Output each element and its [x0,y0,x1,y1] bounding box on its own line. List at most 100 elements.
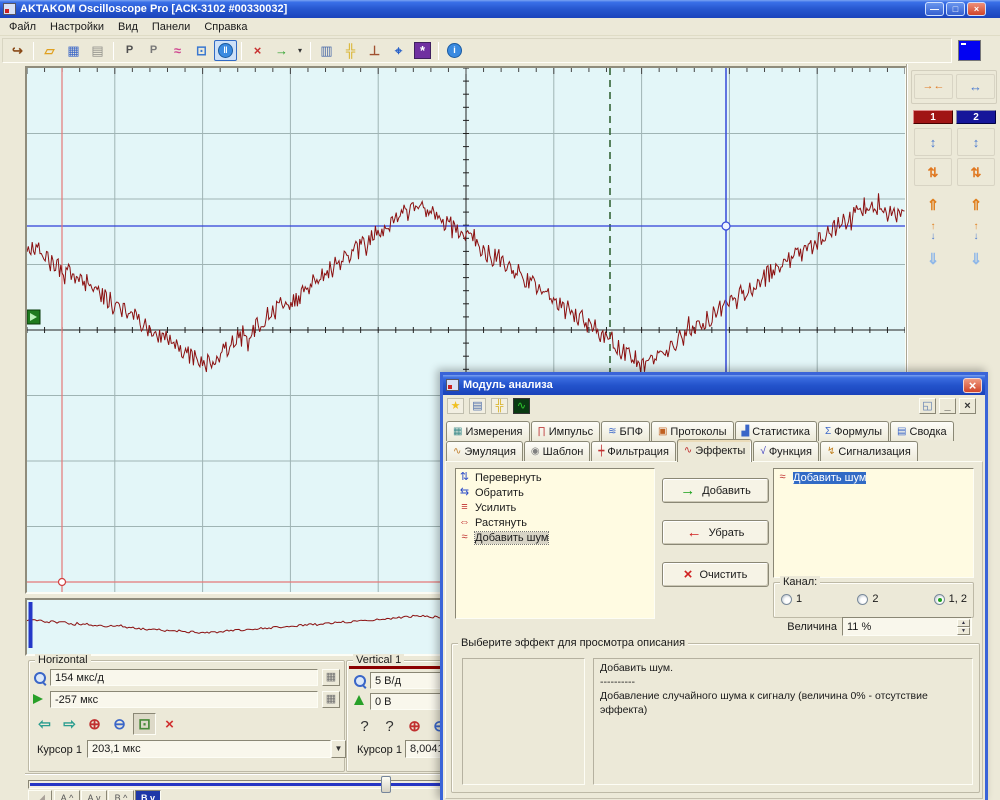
ch2-shift-down-button[interactable]: ⇓ [961,246,991,272]
compress-time-button[interactable]: →← [914,74,953,99]
save-button[interactable]: ▦ [62,40,85,61]
ch2-fine-shift-buttons[interactable]: ↑↓ [961,220,991,244]
available-effects-list[interactable]: ⇅Перевернуть⇆Обратить≡Усилить⇔Растянуть≈… [455,468,655,619]
cursor-jump-button[interactable]: А ^ [54,790,80,800]
dialog-close-button[interactable]: × [963,378,982,393]
menu-item[interactable]: Настройки [43,20,111,34]
exit-button[interactable]: ↪ [6,40,29,61]
search-button[interactable]: ⌖ [387,40,410,61]
ch1-shift-up-button[interactable]: ⇑ [918,192,948,218]
time-scale-keypad-button[interactable]: ▦ [322,669,340,686]
h-cursor-dropdown-button[interactable]: ▼ [331,740,346,758]
clear-cursors-button[interactable]: ◢ [28,790,52,800]
zoom-out-button[interactable]: ⊖ [108,713,131,735]
v-zoom-in-button[interactable]: ⊕ [403,715,426,737]
effect-item[interactable]: ⇆Обратить [457,485,653,500]
applied-effects-list[interactable]: ≈Добавить шум [773,468,974,578]
tab-Измерения[interactable]: ▦Измерения [446,421,530,441]
dropdown-arrow-button[interactable]: ▾ [294,40,306,61]
cursor-jump-button[interactable]: А v [81,790,107,800]
channel-radio-1, 2[interactable]: 1, 2 [934,593,967,605]
probe-button[interactable]: ╬ [491,398,508,414]
ch1-expand-vertical-button[interactable]: ↕ [914,128,952,156]
zoom-cancel-button[interactable]: × [158,713,181,735]
tab-Фильтрация[interactable]: ┿Фильтрация [591,441,676,462]
open-folder-button[interactable]: ▱ [38,40,61,61]
pan-left-button[interactable]: ⇦ [33,713,56,735]
close-button[interactable]: × [967,2,986,16]
ch1-compress-vertical-button[interactable]: ⇅ [914,158,952,186]
effect-item[interactable]: ≡Усилить [457,500,653,515]
effect-item[interactable]: ≈Добавить шум [775,470,972,485]
tab-Сводка[interactable]: ▤Сводка [890,421,954,441]
overview-position-marker[interactable] [29,602,33,648]
ch2-expand-vertical-button[interactable]: ↕ [957,128,995,156]
remove-signal-button[interactable]: × [246,40,269,61]
menu-item[interactable]: Файл [2,20,43,34]
channel-radio-2[interactable]: 2 [857,593,878,605]
protocol-pause-button[interactable]: Р [142,40,165,61]
menu-item[interactable]: Справка [197,20,254,34]
dialog-restore-button[interactable]: ◱ [919,398,936,414]
cursor-jump-button[interactable]: В v [135,790,161,800]
add-signal-button[interactable]: → [270,40,293,61]
tab-Эмуляция[interactable]: ∿Эмуляция [446,441,523,462]
zoom-window-button[interactable]: ⊡ [133,713,156,735]
cursor2-marker[interactable] [722,222,730,230]
tab-Протоколы[interactable]: ▣Протоколы [651,421,734,441]
move-trace-down-button[interactable]: ? [353,715,376,737]
remove-effect-button[interactable]: ← Убрать [662,520,769,545]
pause-button[interactable]: ‖ [214,40,237,61]
time-offset-field[interactable]: -257 мкс [50,691,318,708]
dialog-close2-button[interactable]: × [959,398,976,414]
journal-button[interactable]: ▥ [315,40,338,61]
channel-color-chip[interactable] [958,40,981,61]
move-trace-up-button[interactable]: ? [378,715,401,737]
ch1-shift-down-button[interactable]: ⇓ [918,246,948,272]
cursor-jump-button[interactable]: В ^ [108,790,134,800]
pan-right-button[interactable]: ⇨ [58,713,81,735]
tab-Функция[interactable]: √Функция [753,441,819,462]
notes-button[interactable]: ▤ [469,398,486,414]
tools-button[interactable]: ⊥ [363,40,386,61]
protocol-copy-button[interactable]: Р [118,40,141,61]
tab-БПФ[interactable]: ≋БПФ [601,421,650,441]
maximize-button[interactable]: □ [946,2,965,16]
channel-radio-1[interactable]: 1 [781,593,802,605]
tab-Эффекты[interactable]: ∿Эффекты [677,439,752,462]
signals-button[interactable]: ≈ [166,40,189,61]
tab-Формулы[interactable]: ΣФормулы [818,421,889,441]
scope-screen-button[interactable]: ∿ [513,398,530,414]
add-effect-button[interactable]: → Добавить [662,478,769,503]
time-position-slider-thumb[interactable] [381,776,391,793]
tab-Сигнализация[interactable]: ↯Сигнализация [820,441,918,462]
tab-Статистика[interactable]: ▟Статистика [735,421,817,441]
ch2-shift-up-button[interactable]: ⇑ [961,192,991,218]
effect-item[interactable]: ⇅Перевернуть [457,470,653,485]
menu-item[interactable]: Панели [145,20,197,34]
minimize-button[interactable]: — [925,2,944,16]
tab-Импульс[interactable]: ∏Импульс [531,421,601,441]
probe-button[interactable]: ╬ [339,40,362,61]
display-button[interactable]: ⊡ [190,40,213,61]
spin-down-button[interactable]: ▼ [957,627,970,635]
wand-button[interactable]: * [411,40,434,61]
clear-effects-button[interactable]: × Очистить [662,562,769,587]
h-cursor-value-field[interactable]: 203,1 мкс [87,740,331,758]
ch1-fine-shift-buttons[interactable]: ↑↓ [918,220,948,244]
effect-item[interactable]: ⇔Растянуть [457,515,653,530]
menu-item[interactable]: Вид [111,20,145,34]
time-scale-field[interactable]: 154 мкс/д [50,669,318,686]
magnitude-field[interactable]: 11 % ▲ ▼ [842,617,972,636]
cursor1-marker[interactable] [59,579,66,586]
spin-up-button[interactable]: ▲ [957,619,970,627]
zoom-in-button[interactable]: ⊕ [83,713,106,735]
expand-time-button[interactable]: ↔ [956,74,995,99]
tab-Шаблон[interactable]: ◉Шаблон [524,441,590,462]
dialog-minimize-button[interactable]: _ [939,398,956,414]
time-offset-keypad-button[interactable]: ▦ [322,691,340,708]
info-button[interactable]: i [443,40,466,61]
effect-item[interactable]: ≈Добавить шум [457,530,653,545]
favorites-button[interactable]: ★ [447,398,464,414]
print-button[interactable]: ▤ [86,40,109,61]
